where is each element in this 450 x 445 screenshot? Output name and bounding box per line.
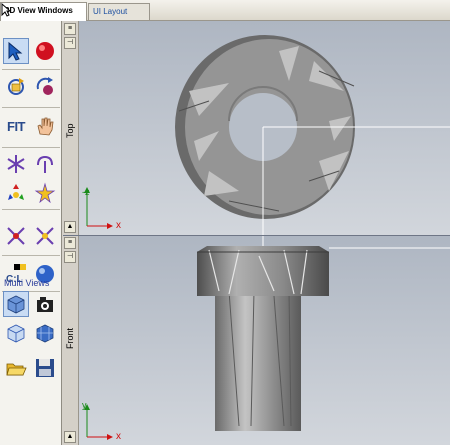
fit-icon: FIT bbox=[7, 118, 26, 134]
cube-pattern-button[interactable] bbox=[32, 320, 58, 346]
move-right-icon bbox=[36, 227, 54, 245]
save-file-button[interactable] bbox=[32, 355, 58, 381]
tool-group-rotate bbox=[2, 69, 60, 108]
top-view-label: Top bbox=[65, 123, 75, 139]
move-left-icon bbox=[7, 227, 25, 245]
fit-button[interactable]: FIT bbox=[3, 113, 29, 139]
front-viewport[interactable]: y x bbox=[79, 236, 450, 445]
shaft-front-shape bbox=[197, 246, 329, 431]
trident-icon bbox=[37, 155, 53, 173]
folder-open-icon bbox=[6, 363, 27, 376]
front-view-scene bbox=[84, 236, 450, 440]
snowflake-button[interactable] bbox=[3, 151, 29, 177]
top-view-scene bbox=[84, 35, 450, 235]
snowflake-icon bbox=[7, 155, 25, 173]
arrows-axis-icon bbox=[8, 184, 24, 200]
tab-bar: 3D View Windows UI Layout Help bbox=[0, 0, 450, 32]
floppy-save-icon bbox=[36, 359, 54, 377]
tool-group-view: FIT bbox=[2, 107, 60, 148]
pan-hand-icon bbox=[37, 117, 54, 136]
top-viewport[interactable]: -z x bbox=[79, 21, 450, 235]
front-axis-horizontal-label: x bbox=[116, 431, 121, 442]
tab-3d-view-windows[interactable]: 3D View Windows bbox=[0, 2, 87, 21]
multi-views-label: Multi Views bbox=[4, 278, 50, 288]
cube-pattern-icon bbox=[36, 324, 54, 343]
mouse-cursor-icon bbox=[1, 3, 11, 17]
camera-button[interactable] bbox=[32, 291, 58, 317]
tool-group-move bbox=[2, 209, 60, 256]
rotate-object-icon bbox=[36, 77, 53, 95]
tool-palette: FIT C:L Multi Views bbox=[0, 21, 62, 445]
rotate-view-icon bbox=[8, 78, 24, 95]
top-axis-vertical-label: -z bbox=[82, 187, 90, 197]
top-view-scroll-up[interactable]: ▲ bbox=[64, 221, 76, 233]
front-view-strip: ≡ ⊣ Front ▲ bbox=[63, 236, 79, 445]
red-ball-icon bbox=[36, 42, 54, 60]
front-axis-vertical-label: y bbox=[82, 400, 87, 410]
star-axis-button[interactable] bbox=[32, 180, 58, 206]
front-view-scroll-up[interactable]: ▲ bbox=[64, 431, 76, 443]
tool-group-select bbox=[2, 21, 60, 70]
rotate-object-button[interactable] bbox=[32, 73, 58, 99]
tool-group-file bbox=[2, 351, 60, 391]
camera-icon bbox=[37, 297, 53, 312]
arrows-axis-button[interactable] bbox=[3, 180, 29, 206]
front-view-label: Front bbox=[65, 327, 75, 349]
move-right-button[interactable] bbox=[32, 223, 58, 249]
top-view-menu-button[interactable]: ≡ bbox=[64, 23, 76, 35]
tab-ui-layout-help[interactable]: UI Layout Help bbox=[88, 3, 150, 32]
red-ball-button[interactable] bbox=[32, 38, 58, 64]
wire-cube-button[interactable] bbox=[3, 320, 29, 346]
top-view-pin-button[interactable]: ⊣ bbox=[64, 37, 76, 49]
open-file-button[interactable] bbox=[3, 355, 29, 381]
rotate-view-button[interactable] bbox=[3, 73, 29, 99]
select-arrow-button[interactable] bbox=[3, 38, 29, 64]
star-axis-icon bbox=[34, 182, 56, 204]
select-arrow-icon bbox=[8, 41, 23, 61]
front-view-pin-button[interactable]: ⊣ bbox=[64, 251, 76, 263]
cube-texture-button[interactable] bbox=[3, 291, 29, 317]
wire-cube-icon bbox=[7, 324, 25, 343]
move-left-button[interactable] bbox=[3, 223, 29, 249]
front-view-menu-button[interactable]: ≡ bbox=[64, 237, 76, 249]
cube-texture-icon bbox=[7, 295, 25, 314]
trident-button[interactable] bbox=[32, 151, 58, 177]
tool-group-multiviews bbox=[2, 291, 60, 351]
pan-hand-button[interactable] bbox=[32, 113, 58, 139]
tool-group-transform bbox=[2, 147, 60, 210]
top-view-strip: ≡ ⊣ Top ▲ bbox=[63, 21, 79, 235]
front-axis-gizmo bbox=[84, 404, 113, 440]
top-axis-horizontal-label: x bbox=[116, 220, 121, 231]
